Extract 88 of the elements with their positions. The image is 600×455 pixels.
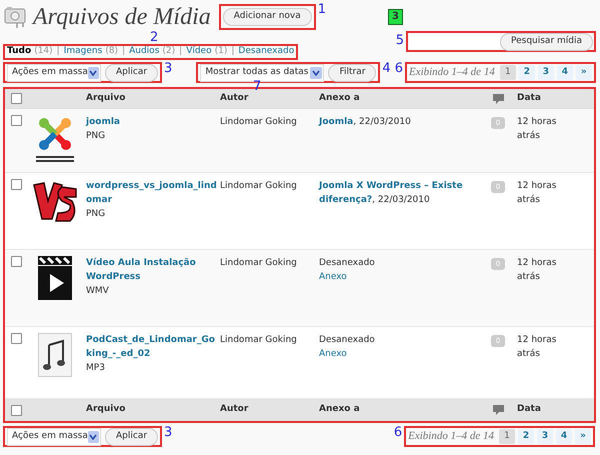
page-link[interactable]: 1 (499, 429, 515, 444)
caret-icon (310, 66, 322, 78)
filter-link[interactable]: Desanexado (238, 45, 294, 59)
annotation-number: 1 (316, 3, 328, 16)
file-link[interactable]: PodCast_de_Lindomar_Goking_-_ed_02 (86, 333, 218, 361)
author-name: Lindomar Goking (220, 257, 298, 270)
comment-icon (492, 94, 504, 104)
page-link[interactable]: 3 (538, 65, 554, 80)
attach-link[interactable]: Anexo (319, 270, 347, 284)
file-link[interactable]: Vídeo Aula Instalação WordPress (86, 256, 218, 284)
author-name: Lindomar Goking (220, 180, 298, 193)
author-name: Lindomar Goking (220, 116, 298, 129)
item-count: (1) (214, 45, 228, 58)
checkbox[interactable] (11, 179, 22, 190)
column-header: Anexo a (319, 403, 361, 416)
attach-link[interactable]: Anexo (319, 347, 347, 361)
file-link[interactable]: joomla (86, 115, 218, 129)
filter-link[interactable]: Imagens (64, 45, 102, 59)
select-dropdown[interactable]: Mostrar todas as datas (200, 64, 324, 82)
column-header: Arquivo (85, 403, 126, 416)
date-text: 12 horas atrás (517, 334, 558, 361)
author-name: Lindomar Goking (220, 334, 298, 347)
annotation-number: 2 (150, 31, 158, 44)
page-link[interactable]: » (575, 429, 591, 444)
checkbox[interactable] (11, 256, 22, 267)
column-header: Arquivo (85, 92, 126, 105)
page-link[interactable]: 4 (556, 65, 573, 80)
annotation-number: 3 (163, 426, 174, 439)
filter-link[interactable]: Áudios (129, 45, 160, 59)
attachment-status: Desanexado (319, 257, 376, 270)
separator: | (230, 45, 236, 58)
item-count: (14) (34, 45, 53, 58)
separator: | (121, 45, 126, 58)
column-header: Autor (220, 403, 250, 416)
page-link[interactable]: 2 (518, 65, 535, 80)
comment-icon (492, 405, 504, 415)
date-text: 12 horas atrás (517, 116, 558, 143)
column-header: Data (517, 92, 542, 105)
filter-link[interactable]: Tudo (7, 45, 32, 59)
file-link[interactable]: wordpress_vs_joomla_lindomar (86, 179, 218, 207)
annotation-number: 3 (163, 62, 174, 75)
apply-button[interactable]: Aplicar (105, 428, 158, 446)
column-header: Anexo a (319, 92, 361, 105)
search-media-button[interactable]: Pesquisar mídia (500, 32, 593, 50)
file-type: WMV (86, 285, 110, 298)
date-text: 12 horas atrás (517, 257, 558, 284)
separator: | (56, 45, 61, 58)
checkbox[interactable] (11, 115, 22, 126)
pagination-summary: Exibindo 1–4 de 14 (408, 429, 494, 444)
file-type: PNG (86, 208, 106, 221)
attached-post-link[interactable]: Joomla X WordPress – Existe diferença?, 22/03/2010 (319, 179, 479, 207)
item-count: (8) (105, 45, 118, 58)
annotation-number: 6 (392, 426, 404, 439)
checkbox[interactable] (11, 333, 22, 344)
page-link[interactable]: 2 (518, 429, 534, 444)
caret-icon (88, 66, 99, 78)
date-text: 12 horas atrás (517, 180, 558, 207)
select-dropdown[interactable]: Ações em massa (7, 428, 101, 446)
filter-link[interactable]: Vídeo (186, 45, 212, 59)
item-count: (2) (162, 45, 176, 58)
video-play-icon (38, 256, 72, 300)
attached-post-link[interactable]: Joomla, 22/03/2010 (319, 115, 479, 129)
pagination-summary: Exibindo 1–4 de 14 (408, 65, 495, 80)
page-title: Arquivos de Mídia (33, 3, 211, 31)
file-type: MP3 (86, 362, 106, 375)
file-type: PNG (86, 130, 106, 143)
annotation-number: 4 (381, 62, 392, 75)
column-header: Autor (220, 92, 250, 105)
checkbox[interactable] (11, 404, 22, 416)
caret-icon (88, 430, 99, 442)
search-field[interactable] (409, 33, 500, 50)
music-note-icon (38, 333, 72, 377)
apply-button[interactable]: Aplicar (105, 64, 158, 82)
add-new-button[interactable]: Adicionar nova (222, 8, 312, 26)
page-link[interactable]: 4 (556, 429, 572, 444)
checkbox[interactable] (11, 93, 22, 104)
annotation-number: 5 (394, 34, 405, 47)
page-link[interactable]: » (576, 65, 592, 80)
separator: | (178, 45, 184, 58)
page-link[interactable]: 3 (537, 429, 553, 444)
attachment-status: Desanexado (319, 334, 376, 347)
column-header: Data (517, 403, 542, 416)
versus-graphic-icon (32, 179, 78, 225)
annotation-number: 6 (394, 62, 404, 75)
filter-button[interactable]: Filtrar (328, 64, 376, 82)
page-link[interactable]: 1 (500, 65, 516, 80)
annotation-badge: 3 (388, 9, 403, 25)
select-dropdown[interactable]: Ações em massa (7, 64, 101, 82)
